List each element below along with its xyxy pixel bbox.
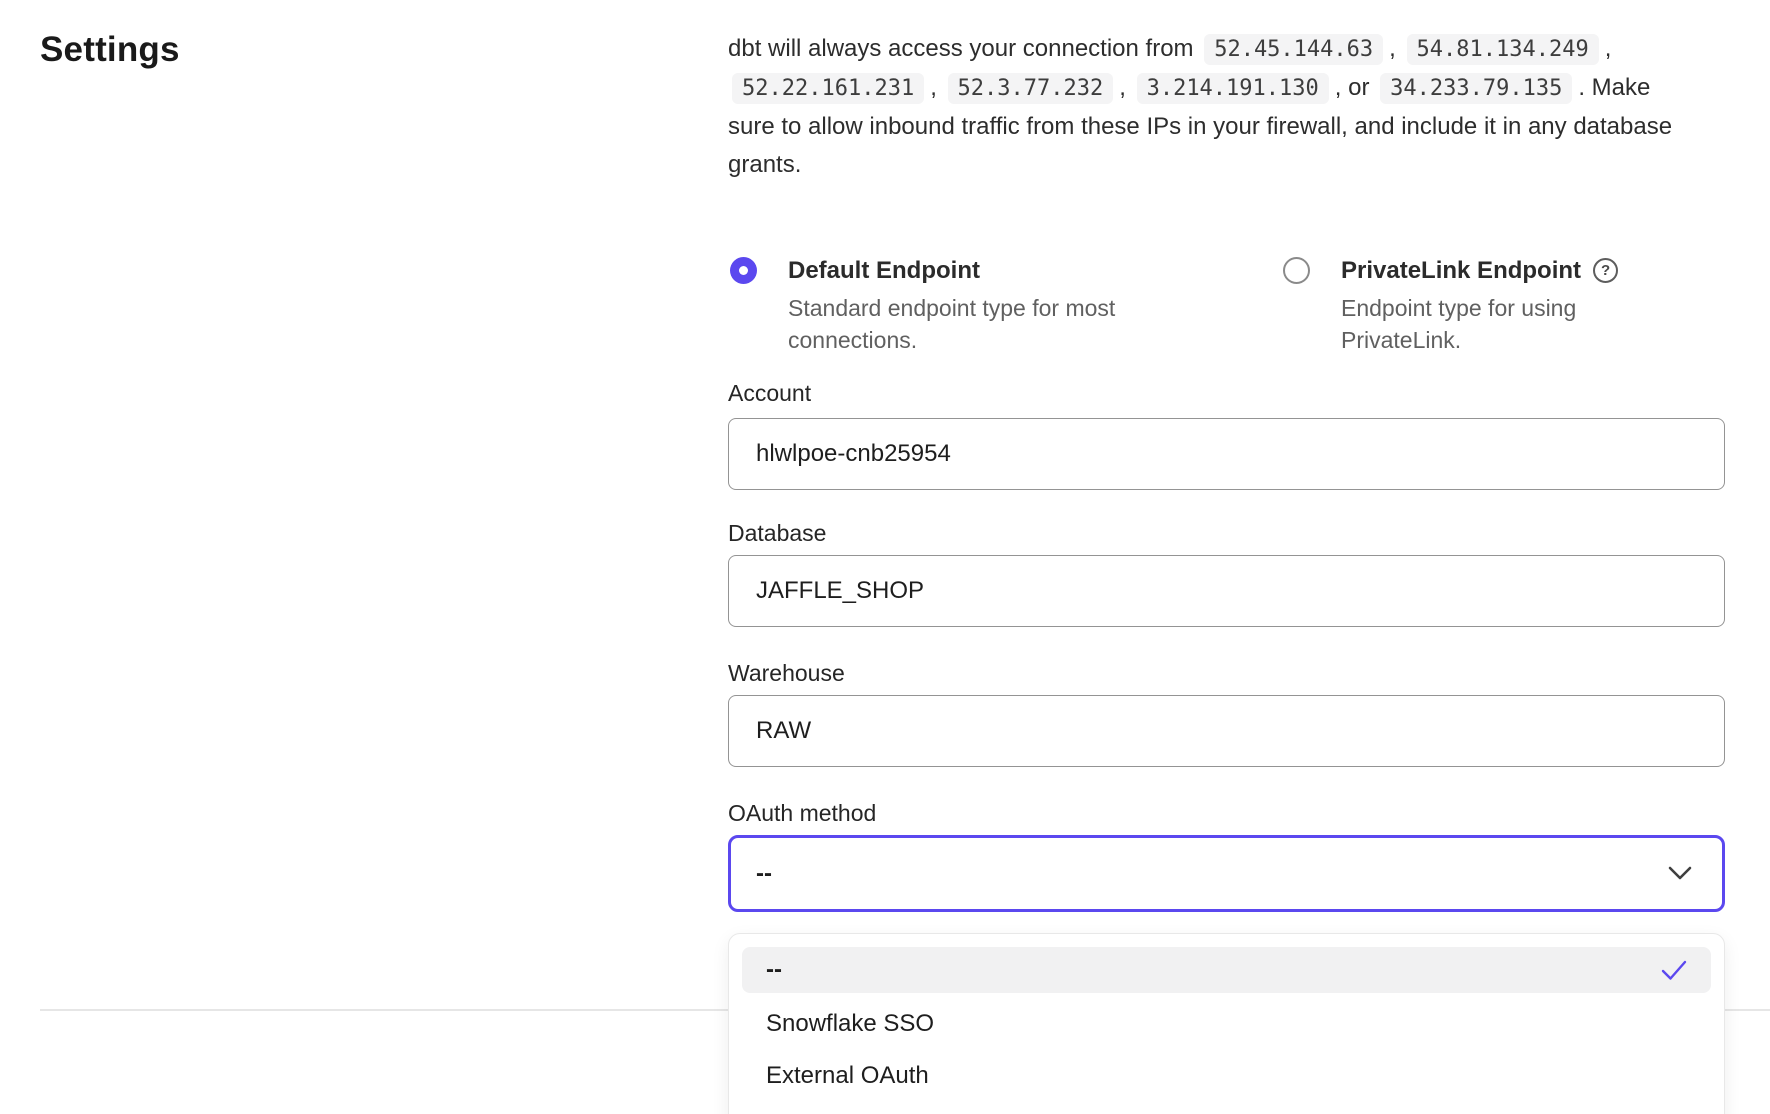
privatelink-endpoint-label: PrivateLink Endpoint [1341, 257, 1581, 285]
ip-address-chip: 52.3.77.232 [948, 73, 1114, 104]
oauth-method-selected-value: -- [756, 860, 772, 888]
dropdown-option-external-oauth[interactable]: External OAuth [742, 1050, 1711, 1102]
privatelink-endpoint-description: Endpoint type for using PrivateLink. [1341, 292, 1631, 356]
database-label: Database [728, 520, 826, 547]
help-icon[interactable]: ? [1593, 258, 1618, 283]
dropdown-option-label: External OAuth [766, 1062, 929, 1090]
dropdown-option-label: Snowflake SSO [766, 1010, 934, 1038]
ip-address-chip: 54.81.134.249 [1407, 34, 1599, 65]
ip-address-chip: 3.214.191.130 [1137, 73, 1329, 104]
warehouse-input[interactable] [728, 695, 1725, 767]
intro-paragraph: dbt will always access your connection f… [728, 30, 1693, 184]
radio-option-default-endpoint[interactable]: Default Endpoint Standard endpoint type … [730, 257, 1168, 356]
page-title: Settings [40, 30, 180, 70]
radio-selected-icon[interactable] [730, 257, 757, 284]
dropdown-option-label: -- [766, 956, 782, 984]
radio-unselected-icon[interactable] [1283, 257, 1310, 284]
default-endpoint-label: Default Endpoint [788, 257, 1168, 284]
oauth-method-dropdown: -- Snowflake SSO External OAuth [728, 933, 1725, 1114]
ip-address-chip: 52.22.161.231 [732, 73, 924, 104]
ip-address-chip: 52.45.144.63 [1204, 34, 1383, 65]
ip-address-chip: 34.233.79.135 [1380, 73, 1572, 104]
account-label: Account [728, 380, 811, 407]
radio-option-privatelink-endpoint[interactable]: PrivateLink Endpoint ? Endpoint type for… [1283, 257, 1631, 356]
settings-page: Settings dbt will always access your con… [0, 0, 1770, 1114]
account-input[interactable] [728, 418, 1725, 490]
oauth-method-label: OAuth method [728, 800, 876, 827]
default-endpoint-description: Standard endpoint type for most connecti… [788, 292, 1168, 356]
warehouse-label: Warehouse [728, 660, 845, 687]
oauth-method-select[interactable]: -- [728, 835, 1725, 912]
dropdown-option-none[interactable]: -- [742, 947, 1711, 993]
dropdown-option-snowflake-sso[interactable]: Snowflake SSO [742, 998, 1711, 1050]
database-input[interactable] [728, 555, 1725, 627]
chevron-down-icon [1668, 866, 1692, 881]
check-icon [1661, 960, 1687, 981]
